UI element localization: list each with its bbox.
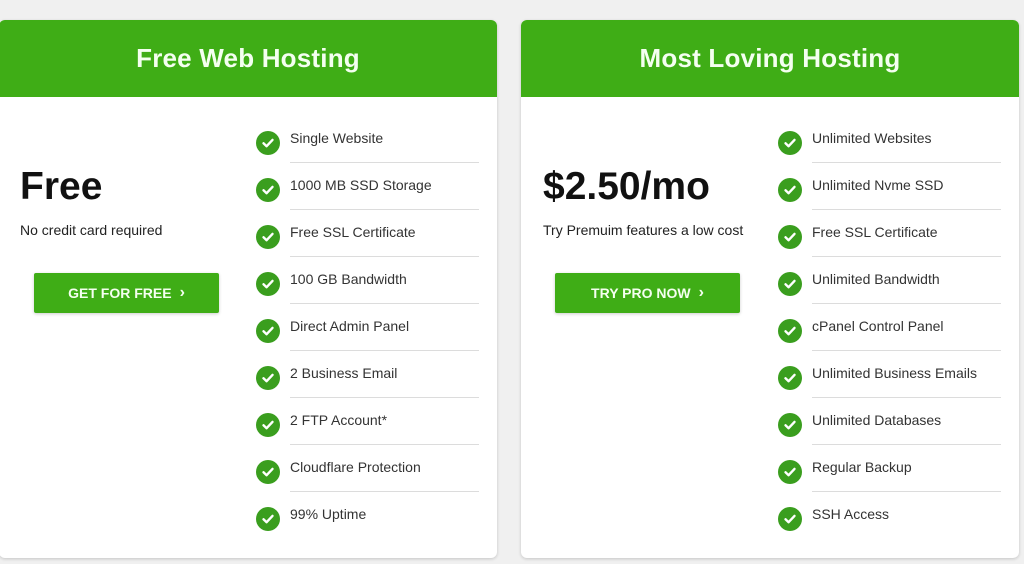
check-circle-icon <box>778 412 802 437</box>
check-circle-icon <box>778 271 802 296</box>
check-circle-icon <box>778 318 802 343</box>
check-circle-icon <box>778 177 802 202</box>
feature-item: 99% Uptime <box>256 492 432 539</box>
feature-label: Free SSL Certificate <box>290 223 416 240</box>
feature-label: Unlimited Bandwidth <box>812 270 940 287</box>
price-section: Free No credit card required GET FOR FRE… <box>0 97 247 558</box>
cta-label: GET FOR FREE <box>68 285 172 301</box>
feature-label: Cloudflare Protection <box>290 458 421 475</box>
feature-label: SSH Access <box>812 505 890 522</box>
feature-label: 100 GB Bandwidth <box>290 270 407 287</box>
check-circle-icon <box>256 318 280 343</box>
plan-price: Free <box>20 165 103 208</box>
check-circle-icon <box>778 130 802 155</box>
feature-item: Unlimited Business Emails <box>778 351 1001 398</box>
feature-item: Single Website <box>256 116 479 163</box>
feature-item: 2 FTP Account* <box>256 398 479 445</box>
feature-label: Regular Backup <box>812 458 912 475</box>
feature-item: Unlimited Nvme SSD <box>778 163 1001 210</box>
feature-label: Direct Admin Panel <box>290 317 410 334</box>
cta-label: TRY PRO NOW <box>591 285 691 301</box>
feature-label: Unlimited Websites <box>812 129 932 146</box>
feature-item: 100 GB Bandwidth <box>256 257 479 304</box>
get-for-free-button[interactable]: GET FOR FREE › <box>34 273 219 313</box>
check-circle-icon <box>778 224 802 249</box>
check-circle-icon <box>256 130 280 155</box>
plan-price: $2.50/mo <box>543 165 710 208</box>
feature-label: Free SSL Certificate <box>812 223 938 240</box>
check-circle-icon <box>256 506 280 531</box>
chevron-right-icon: › <box>698 284 704 301</box>
feature-item: Direct Admin Panel <box>256 304 479 351</box>
feature-label: 2 Business Email <box>290 364 398 381</box>
check-circle-icon <box>256 224 280 249</box>
feature-item: 1000 MB SSD Storage <box>256 163 479 210</box>
feature-item: cPanel Control Panel <box>778 304 1001 351</box>
feature-item: 2 Business Email <box>256 351 479 398</box>
feature-label: 1000 MB SSD Storage <box>290 176 432 193</box>
try-pro-now-button[interactable]: TRY PRO NOW › <box>555 273 740 313</box>
plan-card-pro: Most Loving Hosting $2.50/mo Try Premuim… <box>521 20 1019 558</box>
feature-item: Cloudflare Protection <box>256 445 479 492</box>
feature-item: Regular Backup <box>778 445 1001 492</box>
plan-card-free: Free Web Hosting Free No credit card req… <box>0 20 497 558</box>
plan-subtitle: Try Premuim features a low cost <box>543 222 744 238</box>
feature-list: Single Website 1000 MB SSD Storage Free SS… <box>256 116 479 539</box>
feature-label: Unlimited Nvme SSD <box>812 176 944 193</box>
feature-label: cPanel Control Panel <box>812 317 944 334</box>
feature-item: Unlimited Databases <box>778 398 1001 445</box>
feature-item: SSH Access <box>778 492 977 539</box>
check-circle-icon <box>256 459 280 484</box>
feature-label: 99% Uptime <box>290 505 367 522</box>
feature-item: Unlimited Bandwidth <box>778 257 1001 304</box>
plan-subtitle: No credit card required <box>20 222 163 238</box>
check-circle-icon <box>256 412 280 437</box>
check-circle-icon <box>256 177 280 202</box>
feature-item: Unlimited Websites <box>778 116 1001 163</box>
feature-label: Unlimited Business Emails <box>812 364 977 381</box>
price-section: $2.50/mo Try Premuim features a low cost… <box>521 97 769 558</box>
feature-item: Free SSL Certificate <box>778 210 1001 257</box>
plan-title: Free Web Hosting <box>0 20 497 97</box>
chevron-right-icon: › <box>179 284 185 301</box>
check-circle-icon <box>778 365 802 390</box>
feature-item: Free SSL Certificate <box>256 210 479 257</box>
feature-label: 2 FTP Account* <box>290 411 388 428</box>
plan-title: Most Loving Hosting <box>521 20 1019 97</box>
check-circle-icon <box>778 459 802 484</box>
feature-label: Single Website <box>290 129 384 146</box>
feature-list: Unlimited Websites Unlimited Nvme SSD Free… <box>778 116 1001 539</box>
feature-label: Unlimited Databases <box>812 411 942 428</box>
check-circle-icon <box>256 271 280 296</box>
check-circle-icon <box>778 506 802 531</box>
check-circle-icon <box>256 365 280 390</box>
